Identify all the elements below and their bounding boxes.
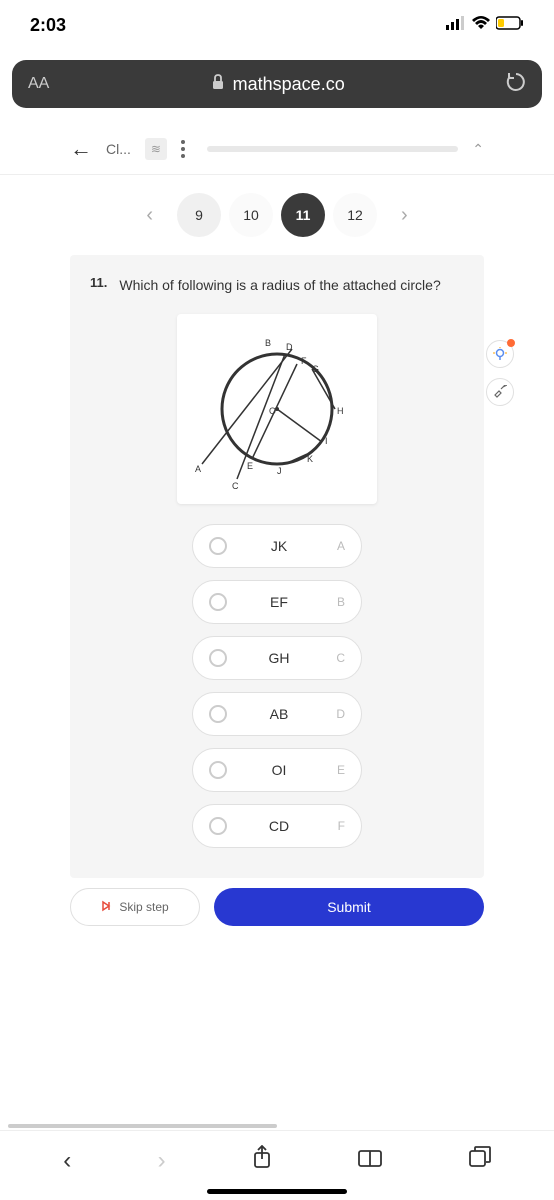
submit-label: Submit [327,899,371,915]
option-d[interactable]: AB D [192,692,362,736]
question-nav-10[interactable]: 10 [229,193,273,237]
option-f[interactable]: CD F [192,804,362,848]
option-c[interactable]: GH C [192,636,362,680]
question-header: 11. Which of following is a radius of th… [70,275,484,296]
answer-options: JK A EF B GH C AB D OI E [70,524,484,848]
collapse-icon[interactable]: ⌃ [472,141,484,158]
url-container[interactable]: mathspace.co [49,74,506,95]
question-nav-9[interactable]: 9 [177,193,221,237]
back-arrow-icon[interactable]: ← [70,136,92,162]
skip-button[interactable]: Skip step [70,888,200,926]
svg-text:B: B [265,338,271,348]
browser-back-icon[interactable]: ‹ [63,1147,71,1175]
question-nav: ‹ 9 10 11 12 › [0,175,554,255]
battery-icon [496,16,524,35]
option-a[interactable]: JK A [192,524,362,568]
option-letter: A [331,539,345,553]
lock-icon [211,74,225,95]
skip-label: Skip step [119,900,168,914]
svg-text:E: E [247,461,253,471]
radio-icon [209,705,227,723]
option-letter: F [331,819,345,833]
browser-forward-icon[interactable]: › [158,1147,166,1175]
svg-text:A: A [195,464,201,474]
radio-icon [209,593,227,611]
status-time: 2:03 [30,15,66,36]
svg-text:F: F [301,356,307,366]
horizontal-scroll-indicator [8,1124,277,1128]
option-text: GH [227,650,331,666]
radio-icon [209,817,227,835]
bookmarks-icon[interactable] [358,1147,382,1175]
radio-icon [209,649,227,667]
notification-dot [507,339,515,347]
option-text: EF [227,594,331,610]
svg-text:I: I [325,436,328,446]
skip-icon [101,900,113,915]
hint-icon[interactable] [486,340,514,368]
top-nav: ← Cl... ≋ ⌃ [0,118,554,175]
svg-text:D: D [286,342,293,352]
circle-diagram: O A B C D E F G H I [177,314,377,504]
address-bar[interactable]: AA mathspace.co [12,60,542,108]
option-letter: C [331,651,345,665]
status-icons [446,16,524,35]
side-tools [486,340,514,406]
status-bar: 2:03 [0,0,554,50]
radio-icon [209,537,227,555]
submit-button[interactable]: Submit [214,888,484,926]
option-text: JK [227,538,331,554]
option-b[interactable]: EF B [192,580,362,624]
content-area: ← Cl... ≋ ⌃ ‹ 9 10 11 12 › 11. Which of … [0,118,554,944]
text-size-button[interactable]: AA [28,75,49,93]
signal-icon [446,16,466,35]
option-text: OI [227,762,331,778]
progress-bar [207,146,458,152]
option-letter: D [331,707,345,721]
svg-text:C: C [232,481,239,491]
option-text: CD [227,818,331,834]
app-icon[interactable]: ≋ [145,138,167,160]
question-text: Which of following is a radius of the at… [119,275,440,296]
question-number: 11. [90,275,107,290]
question-body: 11. Which of following is a radius of th… [70,255,484,878]
option-text: AB [227,706,331,722]
question-nav-11[interactable]: 11 [281,193,325,237]
wifi-icon [472,16,490,35]
svg-text:K: K [307,454,313,464]
option-letter: E [331,763,345,777]
share-icon[interactable] [252,1145,272,1176]
svg-text:H: H [337,406,344,416]
radio-icon [209,761,227,779]
reload-icon[interactable] [506,72,526,97]
bottom-actions: Skip step Submit [0,878,554,944]
breadcrumb-label[interactable]: Cl... [106,141,131,157]
next-question-icon[interactable]: › [385,204,424,227]
svg-text:J: J [277,466,282,476]
tools-icon[interactable] [486,378,514,406]
option-e[interactable]: OI E [192,748,362,792]
svg-text:G: G [312,364,319,374]
option-letter: B [331,595,345,609]
prev-question-icon[interactable]: ‹ [130,204,169,227]
question-nav-12[interactable]: 12 [333,193,377,237]
url-text: mathspace.co [233,74,345,95]
more-icon[interactable] [181,140,185,158]
tabs-icon[interactable] [469,1146,491,1175]
home-indicator[interactable] [207,1189,347,1194]
